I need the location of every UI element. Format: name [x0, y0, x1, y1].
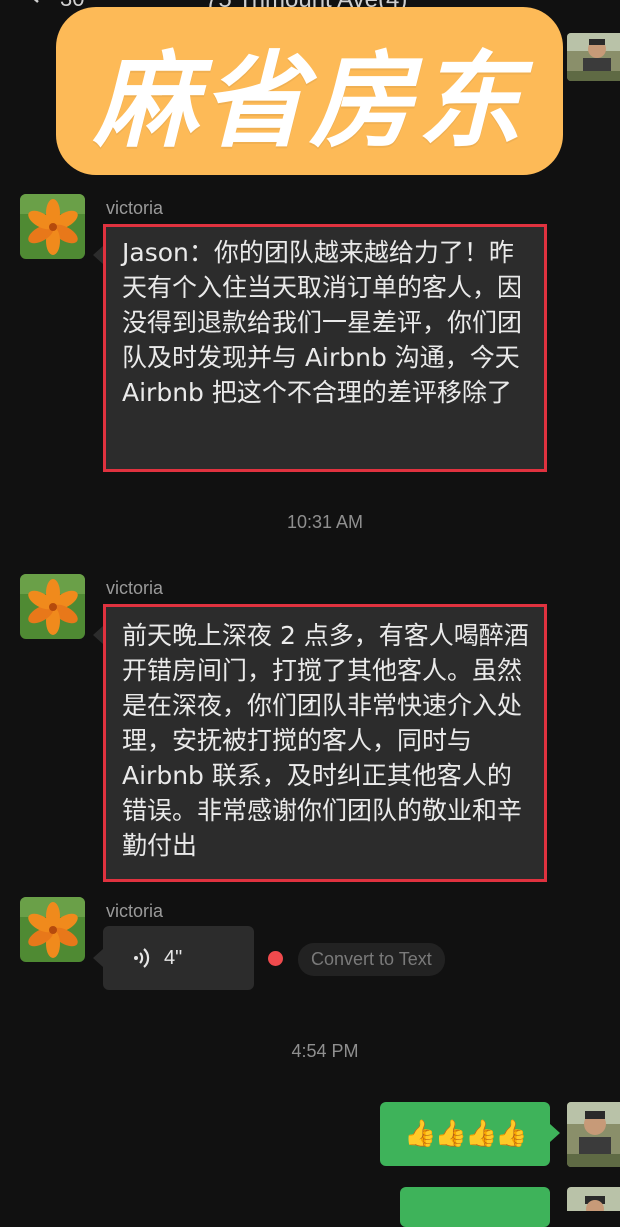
banner-text: 麻省房东	[93, 38, 526, 162]
my-avatar[interactable]	[567, 1102, 620, 1167]
bubble-tail	[93, 246, 103, 264]
my-avatar[interactable]	[567, 33, 620, 81]
sender-name: victoria	[106, 901, 164, 921]
voice-wave-icon	[134, 948, 150, 968]
bubble-tail	[550, 1124, 560, 1142]
timestamp: 4:54 PM	[291, 1041, 359, 1061]
banner: 麻省房东	[56, 7, 563, 175]
voice-message-bubble[interactable]: 4"	[103, 926, 254, 990]
bubble-tail	[93, 949, 103, 967]
my-avatar-partial[interactable]	[567, 1187, 620, 1211]
message-text: Jason：你的团队越来越给力了！昨天有个入住当天取消订单的客人，因没得到退款给…	[122, 238, 523, 407]
sender-avatar[interactable]	[20, 574, 85, 639]
timestamp: 10:31 AM	[286, 512, 364, 532]
message-text: 👍👍👍👍	[404, 1119, 527, 1149]
sent-message-bubble[interactable]: 👍👍👍👍	[380, 1102, 550, 1166]
back-arrow-icon[interactable]	[24, 0, 44, 4]
voice-duration: 4"	[164, 946, 183, 969]
message-bubble[interactable]: Jason：你的团队越来越给力了！昨天有个入住当天取消订单的客人，因没得到退款给…	[103, 224, 547, 472]
message-text: 前天晚上深夜 2 点多，有客人喝醉酒开错房间门，打搅了其他客人。虽然是在深夜，你…	[122, 621, 529, 860]
message-bubble[interactable]: 前天晚上深夜 2 点多，有客人喝醉酒开错房间门，打搅了其他客人。虽然是在深夜，你…	[103, 604, 547, 882]
bubble-tail	[93, 626, 103, 644]
sender-avatar[interactable]	[20, 194, 85, 259]
sent-message-bubble-partial[interactable]	[400, 1187, 550, 1227]
unread-dot	[268, 951, 283, 966]
sender-avatar[interactable]	[20, 897, 85, 962]
sender-name: victoria	[106, 198, 164, 218]
sender-name: victoria	[106, 578, 164, 598]
convert-to-text-button[interactable]: Convert to Text	[298, 943, 445, 976]
